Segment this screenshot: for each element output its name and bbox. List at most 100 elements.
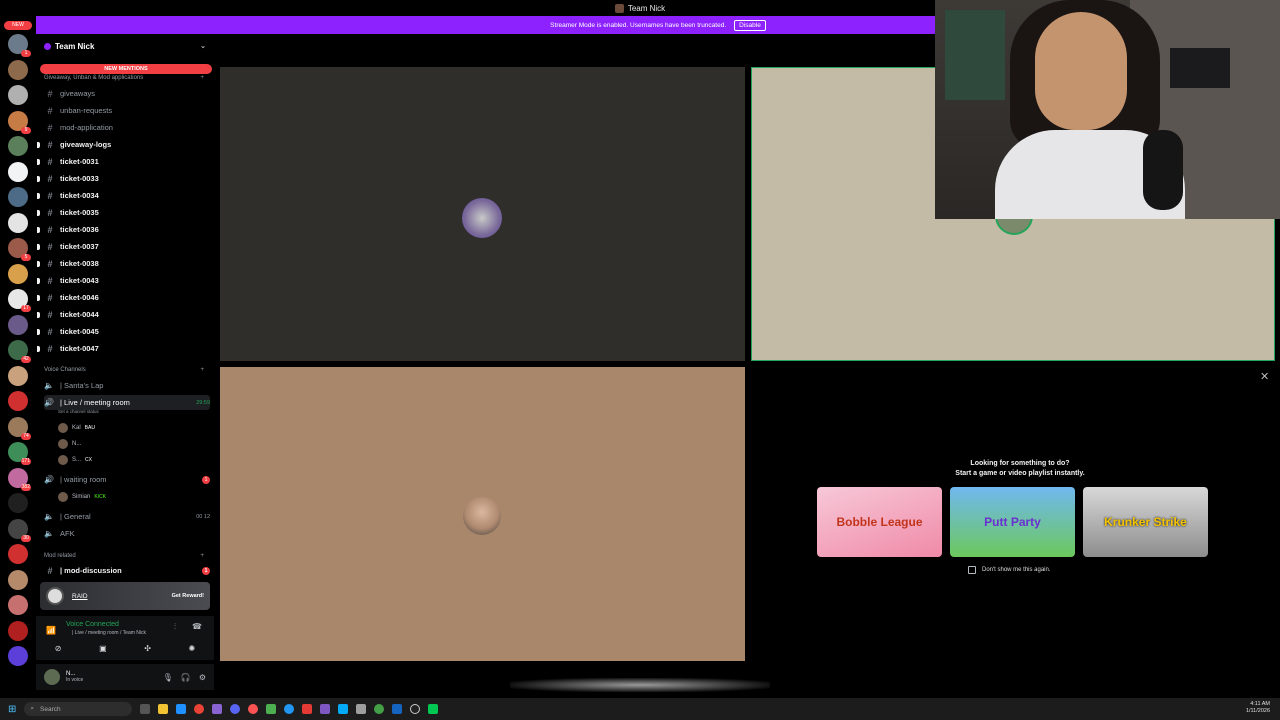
add-channel-icon[interactable]: + [200,553,204,559]
game-card-putt-party[interactable]: Putt Party [950,487,1075,557]
add-channel-icon[interactable]: + [200,75,204,81]
server-icon[interactable] [8,212,28,233]
get-reward-button[interactable]: Get Reward! [172,593,204,599]
voice-channel-santas-lap[interactable]: 🔈 | Santa's Lap [44,378,210,393]
edge-icon[interactable] [176,704,187,714]
new-mentions-pill[interactable]: NEW MENTIONS [40,64,212,74]
video-tile[interactable] [220,367,745,661]
app-icon[interactable] [428,704,439,714]
disable-button[interactable]: Disable [734,19,766,31]
microphone-icon[interactable]: 🎙 [163,673,173,682]
server-icon[interactable]: 382 [8,467,31,491]
channel-ticket-0043[interactable]: # ticket-0043 [37,273,210,288]
headphones-icon[interactable]: 🎧 [181,673,191,682]
category-mod[interactable]: Mod related + [44,553,204,559]
voice-user[interactable]: S... CX [58,453,92,467]
server-icon[interactable] [8,365,28,386]
soundboard-icon[interactable]: ✺ [188,644,195,653]
channel-unban-requests[interactable]: # unban-requests [44,103,210,118]
voice-user[interactable]: N... [58,437,81,451]
dont-show-again[interactable]: Don't show me this again. [968,566,1051,574]
app-icon[interactable] [338,704,349,714]
activities-icon[interactable]: ✣ [144,644,151,653]
server-icon[interactable] [8,136,28,156]
server-icon[interactable]: 74 [8,416,31,440]
voice-status[interactable]: Voice Connected [66,621,119,628]
voice-channel-afk[interactable]: 🔈 AFK [44,526,210,541]
category-voice[interactable]: Voice Channels + [44,367,204,373]
server-icon[interactable]: 42 [8,340,31,363]
noise-suppression-icon[interactable]: ⫶ [174,622,176,632]
discord-icon[interactable] [230,704,241,714]
disconnect-icon[interactable]: ☎ [192,622,202,631]
app-icon[interactable] [302,704,313,714]
app-icon[interactable] [410,704,421,714]
app-icon[interactable] [356,704,367,714]
server-icon[interactable] [8,85,28,105]
server-icon[interactable] [8,59,28,80]
server-icon[interactable]: 5 [8,238,31,261]
server-icon[interactable] [8,620,28,641]
chrome-icon[interactable] [194,704,205,714]
server-icon[interactable] [8,646,28,666]
app-icon[interactable] [212,704,223,714]
channel-ticket-0044[interactable]: # ticket-0044 [37,307,210,322]
windows-start-icon[interactable]: ⊞ [8,704,16,715]
voice-user[interactable]: Simian KICK [58,490,106,504]
server-icon[interactable] [8,569,28,590]
server-icon[interactable] [8,161,28,182]
voice-user[interactable]: Kal BAU [58,421,95,435]
channel-ticket-0047[interactable]: # ticket-0047 [37,341,210,356]
taskbar-search[interactable]: ⌕ Search [24,702,133,716]
channel-ticket-0034[interactable]: # ticket-0034 [37,188,210,203]
server-icon[interactable]: 17 [8,289,31,312]
channel-giveaways[interactable]: # giveaways [44,86,210,101]
raid-banner[interactable]: RAID Get Reward! [40,582,210,610]
channel-mod-discussion[interactable]: # | mod-discussion 1 [44,563,210,578]
channel-ticket-0036[interactable]: # ticket-0036 [37,222,210,237]
channel-ticket-0037[interactable]: # ticket-0037 [37,239,210,254]
video-tile[interactable] [220,67,745,361]
server-icon[interactable] [8,314,28,335]
close-icon[interactable]: ✕ [1260,370,1269,383]
game-card-krunker-strike[interactable]: Krunker Strike [1083,487,1208,557]
add-channel-icon[interactable]: + [200,367,204,373]
channel-ticket-0035[interactable]: # ticket-0035 [37,205,210,220]
checkbox[interactable] [968,566,976,574]
screen-share-icon[interactable]: ▣ [99,644,107,653]
server-icon[interactable]: 9 [8,110,31,134]
server-icon[interactable]: 30 [8,518,31,542]
app-icon[interactable] [392,704,403,714]
channel-ticket-0038[interactable]: # ticket-0038 [37,256,210,271]
channel-ticket-0031[interactable]: # ticket-0031 [37,154,210,169]
obs-icon[interactable] [248,704,259,714]
server-icon[interactable] [8,595,28,615]
server-icon[interactable] [8,263,28,284]
channel-giveaway-logs[interactable]: # giveaway-logs [37,137,210,152]
channel-ticket-0046[interactable]: # ticket-0046 [37,290,210,305]
server-icon[interactable] [8,391,28,411]
task-view-icon[interactable] [140,704,151,714]
server-icon[interactable] [8,493,28,513]
app-icon[interactable] [320,704,331,714]
category-giveaway[interactable]: Giveaway, Unban & Mod applications + [44,75,204,81]
guild-header[interactable]: Team Nick ⌄ [36,34,214,58]
server-icon[interactable] [8,544,28,564]
camera-off-icon[interactable]: ⊘ [55,644,62,653]
channel-ticket-0033[interactable]: # ticket-0033 [37,171,210,186]
voice-channel-general[interactable]: 🔈 | General 00 12 [44,509,210,524]
channel-ticket-0045[interactable]: # ticket-0045 [37,324,210,339]
voice-channel-live[interactable]: 🔊 | Live / meeting room 29:59 [44,395,210,410]
voice-channel-waiting[interactable]: 🔊 | waiting room 1 [44,472,210,487]
server-icon[interactable]: 1 [8,34,31,57]
server-icon[interactable]: 171 [8,442,31,465]
app-icon[interactable] [266,704,277,714]
gear-icon[interactable]: ⚙ [199,673,206,682]
signal-icon[interactable]: 📶 [46,626,56,635]
app-icon[interactable] [374,704,385,714]
system-clock[interactable]: 4:11 AM 1/11/2026 [1246,701,1270,715]
avatar[interactable] [44,669,60,685]
file-explorer-icon[interactable] [158,704,169,714]
server-icon[interactable] [8,187,28,207]
channel-mod-application[interactable]: # mod-application [44,120,210,135]
